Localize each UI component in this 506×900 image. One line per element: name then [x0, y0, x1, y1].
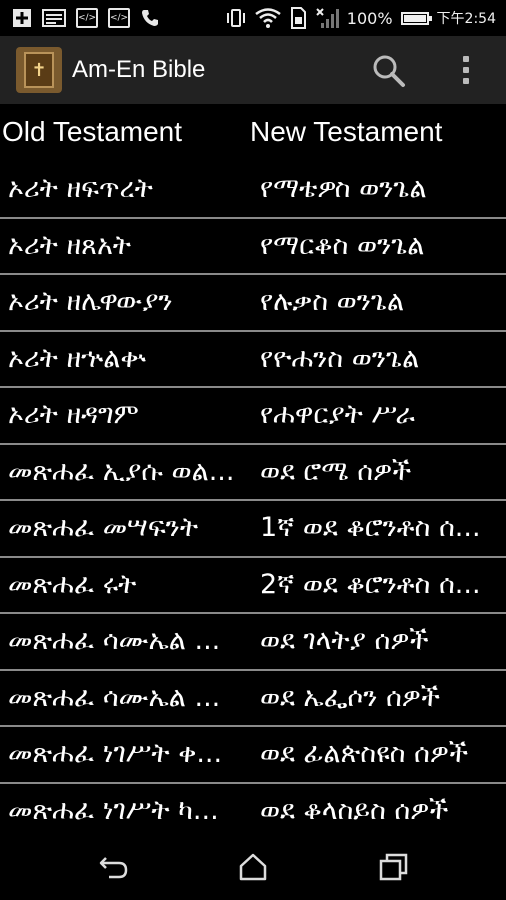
code-icon: </> — [108, 8, 130, 28]
old-testament-book[interactable]: መጽሐፈ ኢያሱ ወል... — [8, 445, 246, 499]
new-testament-book[interactable]: ወደ ገላትያ ሰዎች — [260, 614, 500, 668]
clock: 下午2:54 — [436, 11, 496, 27]
book-row: ኦሪት ዘጸአት የማርቆስ ወንጌል — [0, 219, 506, 275]
new-testament-book[interactable]: 1ኛ ወደ ቆሮንቶስ ሰ... — [260, 501, 500, 555]
book-row: መጽሐፈ ሳሙኤል ... ወደ ገላትያ ሰዎች — [0, 614, 506, 671]
old-testament-book[interactable]: መጽሐፈ ሳሙኤል ... — [8, 671, 246, 725]
wifi-icon — [255, 8, 281, 28]
screenshot-icon — [42, 9, 66, 27]
book-row: መጽሐፈ ነገሥት ካ... ወደ ቆላስይስ ሰዎች — [0, 784, 506, 835]
old-testament-header[interactable]: Old Testament — [2, 116, 182, 148]
overflow-menu-icon[interactable] — [456, 52, 476, 88]
old-testament-book[interactable]: ኦሪት ዘዳግም — [8, 388, 246, 442]
app-title: Am-En Bible — [72, 56, 206, 83]
old-testament-book[interactable]: መጽሐፈ መሣፍንት — [8, 501, 246, 555]
status-right-icons: 100% 下午2:54 — [225, 0, 496, 36]
app-bar: ✝ Am-En Bible — [0, 36, 506, 104]
book-list[interactable]: ኦሪት ዘፍጥረት የማቴዎስ ወንጌል ኦሪት ዘጸአት የማርቆስ ወንጌል ኦሪት… — [0, 162, 506, 834]
old-testament-book[interactable]: ኦሪት ዘሌዋውያን — [8, 275, 246, 329]
new-testament-header[interactable]: New Testament — [250, 116, 442, 148]
cross-icon: ✝ — [24, 52, 54, 88]
new-testament-book[interactable]: የሐዋርያት ሥራ — [260, 388, 500, 442]
book-row: ኦሪት ዘሌዋውያን የሉቃስ ወንጌል — [0, 275, 506, 332]
battery-percent: 100% — [346, 8, 393, 28]
home-icon[interactable] — [236, 852, 270, 882]
old-testament-book[interactable]: መጽሐፈ ሳሙኤል ... — [8, 614, 246, 668]
navigation-bar — [0, 834, 506, 900]
status-left-icons: </> </> — [0, 8, 160, 28]
column-headers: Old Testament New Testament — [0, 104, 506, 162]
book-row: ኦሪት ዘኍልቍ የዮሐንስ ወንጌል — [0, 332, 506, 388]
sim-card-icon — [290, 7, 306, 29]
book-row: መጽሐፈ ሩት 2ኛ ወደ ቆሮንቶስ ሰ... — [0, 558, 506, 614]
old-testament-book[interactable]: መጽሐፈ ነገሥት ቀ... — [8, 727, 246, 781]
old-testament-book[interactable]: ኦሪት ዘፍጥረት — [8, 162, 246, 216]
new-testament-book[interactable]: ወደ ፊልጵስዩስ ሰዎች — [260, 727, 500, 781]
new-testament-book[interactable]: የማርቆስ ወንጌል — [260, 219, 500, 273]
new-testament-book[interactable]: ወደ ቆላስይስ ሰዎች — [260, 784, 500, 835]
book-row: ኦሪት ዘፍጥረት የማቴዎስ ወንጌል — [0, 162, 506, 219]
old-testament-book[interactable]: ኦሪት ዘጸአት — [8, 219, 246, 273]
battery-icon — [400, 11, 432, 25]
book-row: ኦሪት ዘዳግም የሐዋርያት ሥራ — [0, 388, 506, 445]
old-testament-book[interactable]: ኦሪት ዘኍልቍ — [8, 332, 246, 386]
book-row: መጽሐፈ ሳሙኤል ... ወደ ኤፌሶን ሰዎች — [0, 671, 506, 727]
new-testament-book[interactable]: ወደ ሮሜ ሰዎች — [260, 445, 500, 499]
recents-icon[interactable] — [377, 852, 411, 882]
vibrate-icon — [226, 9, 245, 27]
new-testament-book[interactable]: የሉቃስ ወንጌል — [260, 275, 500, 329]
add-icon — [13, 9, 31, 27]
new-testament-book[interactable]: የማቴዎስ ወንጌል — [260, 162, 500, 216]
status-bar: </> </> 100% 下午2:54 — [0, 0, 506, 36]
bible-app-icon[interactable]: ✝ — [16, 47, 62, 93]
no-signal-icon — [316, 8, 339, 28]
book-row: መጽሐፈ ኢያሱ ወል... ወደ ሮሜ ሰዎች — [0, 445, 506, 501]
old-testament-book[interactable]: መጽሐፈ ነገሥት ካ... — [8, 784, 246, 835]
search-icon[interactable] — [372, 54, 406, 88]
new-testament-book[interactable]: ወደ ኤፌሶን ሰዎች — [260, 671, 500, 725]
call-icon — [142, 10, 158, 26]
old-testament-book[interactable]: መጽሐፈ ሩት — [8, 558, 246, 612]
book-row: መጽሐፈ መሣፍንት 1ኛ ወደ ቆሮንቶስ ሰ... — [0, 501, 506, 558]
book-row: መጽሐፈ ነገሥት ቀ... ወደ ፊልጵስዩስ ሰዎች — [0, 727, 506, 784]
new-testament-book[interactable]: 2ኛ ወደ ቆሮንቶስ ሰ... — [260, 558, 500, 612]
code-icon: </> — [76, 8, 98, 28]
back-icon[interactable] — [97, 852, 131, 882]
new-testament-book[interactable]: የዮሐንስ ወንጌል — [260, 332, 500, 386]
